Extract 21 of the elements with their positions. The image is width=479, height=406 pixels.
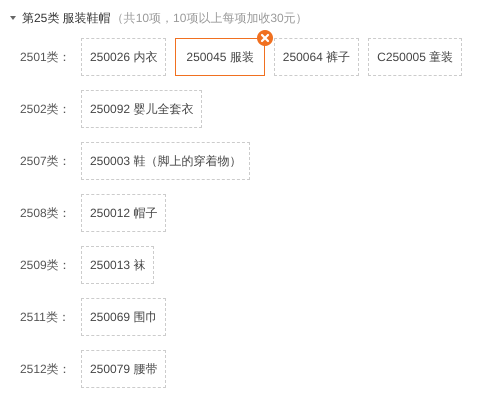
goods-item[interactable]: 250013 袜 xyxy=(81,246,154,284)
subclass-label: 2511类： xyxy=(20,308,71,326)
caret-icon[interactable] xyxy=(9,15,17,21)
remove-icon[interactable] xyxy=(256,30,273,46)
goods-item[interactable]: 250092 婴儿全套衣 xyxy=(81,90,202,128)
goods-item[interactable]: 250026 内衣 xyxy=(81,38,166,76)
subclass-label: 2509类： xyxy=(20,256,72,274)
goods-item[interactable]: 250079 腰带 xyxy=(81,350,166,388)
goods-item[interactable]: 250045 服装 xyxy=(175,38,265,76)
goods-item[interactable]: 250064 裤子 xyxy=(274,38,360,76)
subclass-label: 2508类： xyxy=(20,204,72,222)
subclass-label: 2507类： xyxy=(20,152,72,170)
category-title: 第25类 服装鞋帽 xyxy=(22,10,111,26)
goods-item[interactable]: 250003 鞋（脚上的穿着物） xyxy=(81,142,250,180)
subclass-label: 2512类： xyxy=(20,360,72,378)
subclass-label: 2501类： xyxy=(20,48,72,66)
goods-item[interactable]: C250005 童装 xyxy=(368,38,462,76)
goods-item[interactable]: 250012 帽子 xyxy=(81,194,166,232)
subclass-label: 2502类： xyxy=(20,100,72,118)
category-note: （共10项，10项以上每项加收30元） xyxy=(112,10,308,26)
goods-item[interactable]: 250069 围巾 xyxy=(81,298,166,336)
